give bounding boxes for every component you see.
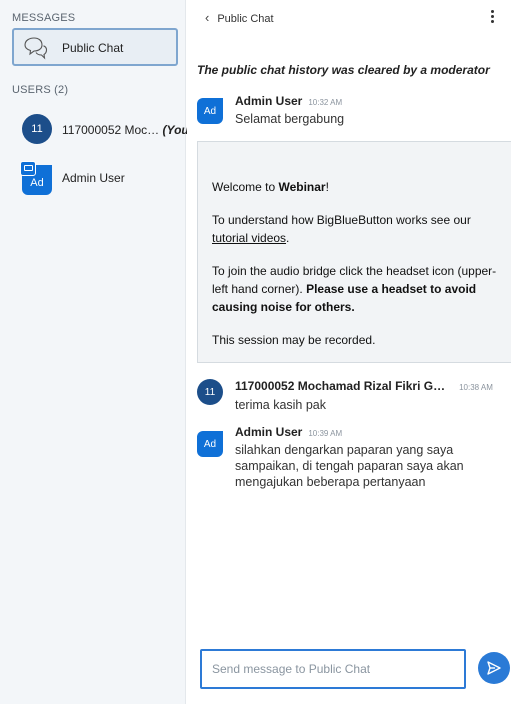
chat-panel: ‹ Public Chat The public chat history was… bbox=[187, 0, 511, 704]
public-chat-label: Public Chat bbox=[62, 41, 124, 55]
more-options-icon[interactable] bbox=[489, 8, 495, 26]
avatar: Ad bbox=[20, 161, 52, 195]
chat-title: Public Chat bbox=[217, 13, 274, 25]
message-text: silahkan dengarkan paparan yang saya sam… bbox=[235, 443, 464, 489]
message-input[interactable]: Send message to Public Chat bbox=[200, 649, 466, 689]
user-name: 117000052 Moc… (You) bbox=[62, 123, 193, 137]
welcome-message: Welcome to Webinar! To understand how Bi… bbox=[197, 141, 511, 363]
users-section-title: USERS (2) bbox=[12, 84, 69, 96]
avatar: Ad bbox=[197, 98, 223, 124]
message-time: 10:39 AM bbox=[308, 429, 343, 438]
user-item-self[interactable]: 11 117000052 Moc… (You) bbox=[20, 111, 193, 147]
chevron-left-icon: ‹ bbox=[205, 10, 210, 25]
messages-section-title: MESSAGES bbox=[12, 12, 76, 24]
message-text: terima kasih pak bbox=[235, 398, 327, 412]
sidebar: MESSAGES Public Chat USERS (2) 11 117000… bbox=[0, 0, 193, 704]
avatar: Ad bbox=[197, 431, 223, 457]
chat-back-button[interactable]: ‹ Public Chat bbox=[205, 10, 274, 25]
message-sender: Admin User 10:32 AM bbox=[235, 94, 343, 108]
send-icon bbox=[487, 661, 501, 675]
public-chat-item[interactable]: Public Chat bbox=[12, 28, 178, 66]
avatar: 11 bbox=[197, 379, 223, 405]
message-time: 10:38 AM bbox=[459, 383, 493, 392]
message-sender: Admin User 10:39 AM bbox=[235, 425, 343, 439]
message-time: 10:32 AM bbox=[308, 98, 343, 107]
presenter-icon bbox=[20, 161, 36, 176]
send-button[interactable] bbox=[478, 652, 510, 684]
user-name: Admin User bbox=[62, 171, 125, 185]
tutorial-videos-link[interactable]: tutorial videos bbox=[212, 231, 286, 245]
message-text: Selamat bergabung bbox=[235, 112, 345, 126]
user-item-admin[interactable]: Ad Admin User bbox=[20, 161, 186, 198]
message-sender: 117000052 Mochamad Rizal Fikri G… 10:38 A… bbox=[235, 379, 493, 393]
cleared-notice: The public chat history was cleared by a… bbox=[197, 63, 490, 77]
chat-bubbles-icon bbox=[24, 37, 48, 60]
avatar: 11 bbox=[22, 114, 52, 144]
